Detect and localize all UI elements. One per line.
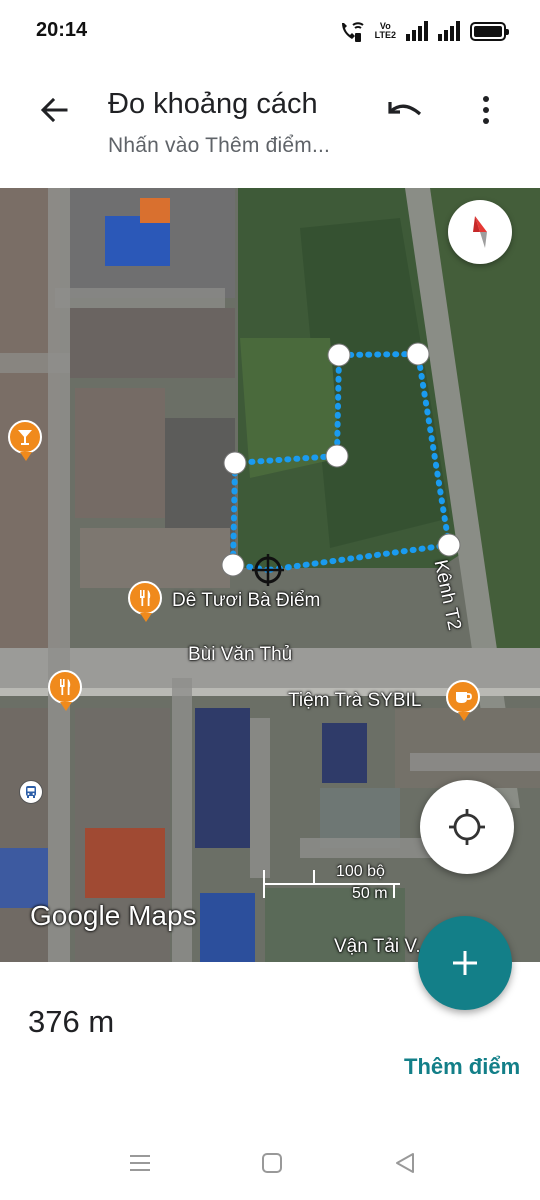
- bus-stop-pin[interactable]: [19, 780, 43, 804]
- plus-icon: [453, 951, 477, 975]
- signal-icon: [406, 21, 428, 41]
- add-point-button[interactable]: Thêm điểm: [404, 1054, 520, 1080]
- more-vert-icon: [483, 96, 489, 124]
- wifi-calling-icon: [341, 22, 364, 42]
- poi-label-cafe[interactable]: Tiệm Trà SYBIL: [288, 690, 421, 712]
- scale-label-imperial: 100 bộ: [336, 863, 385, 880]
- app-bar: Đo khoảng cách Nhấn vào Thêm điểm...: [0, 62, 540, 188]
- status-bar: 20:14 Vo LTE2: [0, 0, 540, 62]
- volte-icon: Vo LTE2: [375, 22, 396, 40]
- back-button[interactable]: [30, 86, 78, 134]
- compass-button[interactable]: [448, 200, 512, 264]
- cafe-pin[interactable]: [446, 680, 480, 721]
- signal-icon-2: [438, 21, 460, 41]
- restaurant-icon: [140, 590, 151, 606]
- measure-point[interactable]: [223, 451, 247, 475]
- measure-point[interactable]: [221, 553, 245, 577]
- coffee-cup-icon: [456, 692, 472, 703]
- map-view[interactable]: Dê Tươi Bà Điểm Bùi Văn Thủ Tiệm Trà SYB…: [0, 188, 540, 962]
- poi-label-restaurant[interactable]: Dê Tươi Bà Điểm: [172, 590, 320, 612]
- my-location-icon: [449, 809, 485, 845]
- arrow-back-icon: [40, 97, 68, 123]
- measure-point[interactable]: [406, 342, 430, 366]
- page-subtitle: Nhấn vào Thêm điểm...: [108, 134, 331, 157]
- bus-icon: [26, 786, 36, 798]
- system-nav-bar: [0, 1126, 540, 1200]
- recent-apps-button[interactable]: [125, 1148, 155, 1178]
- undo-icon: [388, 102, 422, 116]
- bar-pin[interactable]: [8, 420, 42, 461]
- measure-point[interactable]: [325, 444, 349, 468]
- menu-lines-icon: [130, 1155, 150, 1171]
- home-square-icon: [262, 1153, 282, 1173]
- battery-icon: [470, 21, 509, 41]
- page-title: Đo khoảng cách: [108, 88, 318, 120]
- home-button[interactable]: [257, 1148, 287, 1178]
- restaurant-icon: [60, 679, 71, 695]
- measure-point[interactable]: [327, 343, 351, 367]
- back-nav-button[interactable]: [390, 1148, 420, 1178]
- volte-bottom-label: LTE2: [374, 30, 396, 40]
- back-triangle-icon: [396, 1153, 414, 1173]
- more-options-button[interactable]: [462, 86, 510, 134]
- restaurant-pin[interactable]: [128, 581, 162, 622]
- total-distance: 376 m: [28, 1004, 115, 1039]
- scale-label-metric: 50 m: [352, 885, 388, 902]
- map-scale: 100 bộ 50 m: [262, 863, 402, 909]
- restaurant-pin-2[interactable]: [48, 670, 82, 711]
- street-label: Bùi Văn Thủ: [188, 644, 293, 665]
- add-point-fab[interactable]: [418, 916, 512, 1010]
- compass-icon: [473, 216, 487, 248]
- status-icons: Vo LTE2: [339, 18, 509, 44]
- google-maps-logo: Google Maps: [30, 900, 197, 931]
- my-location-button[interactable]: [420, 780, 514, 874]
- status-time: 20:14: [36, 19, 88, 41]
- undo-button[interactable]: [380, 86, 430, 134]
- cocktail-icon: [18, 430, 32, 445]
- measure-point[interactable]: [437, 533, 461, 557]
